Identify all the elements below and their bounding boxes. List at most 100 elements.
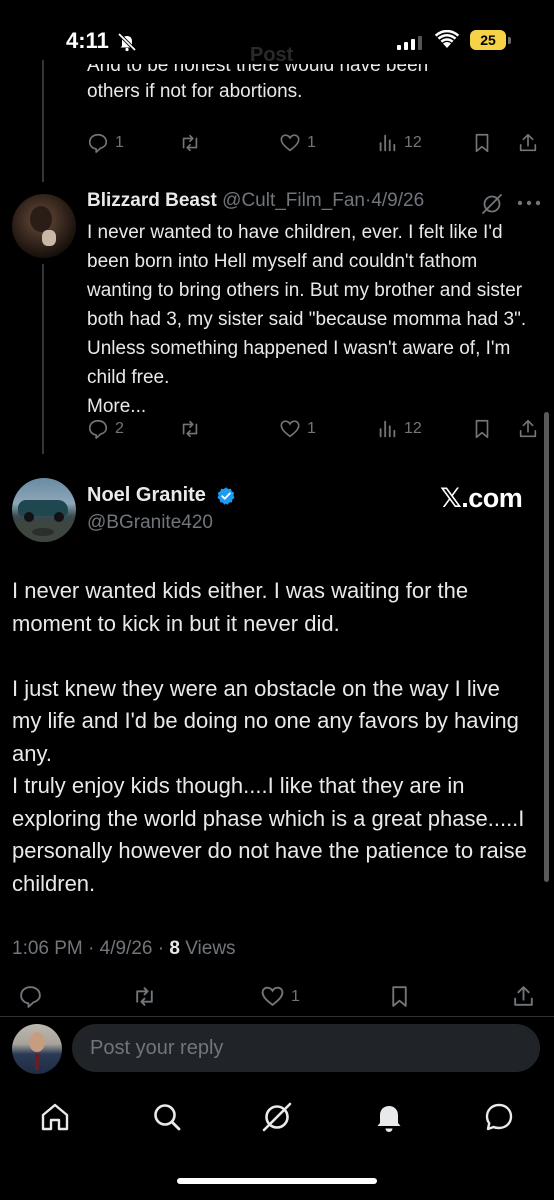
share-button[interactable]	[511, 984, 536, 1009]
share-button[interactable]	[517, 132, 539, 154]
scrollbar[interactable]	[544, 412, 549, 882]
reply-input[interactable]	[72, 1024, 540, 1072]
battery-indicator: 25	[470, 30, 506, 50]
main-tweet-paragraph: I truly enjoy kids though....I like that…	[12, 773, 527, 896]
views-icon	[379, 134, 396, 152]
thread-line-top	[42, 60, 44, 182]
main-tweet-body: I never wanted kids either. I was waitin…	[12, 575, 532, 900]
battery-nub	[508, 37, 511, 44]
bookmark-icon	[475, 419, 489, 439]
reply-author-name[interactable]: Blizzard Beast	[87, 190, 217, 211]
reply-tweet-header: Blizzard Beast @Cult_Film_Fan·4/9/26	[87, 190, 424, 212]
avatar-hand	[42, 230, 56, 246]
home-indicator[interactable]	[177, 1178, 377, 1184]
repost-icon	[136, 987, 153, 1006]
views-icon	[379, 420, 396, 438]
avatar-wheel	[24, 512, 34, 522]
status-bar: 4:11 Post 25	[0, 0, 554, 70]
like-button[interactable]: 1	[260, 984, 300, 1009]
share-button[interactable]	[517, 418, 539, 440]
bookmark-button[interactable]	[471, 132, 493, 154]
like-button[interactable]: 1	[279, 132, 316, 154]
like-count: 1	[307, 420, 316, 437]
tab-home[interactable]	[38, 1100, 72, 1134]
status-time: 4:11	[66, 28, 109, 53]
repost-button[interactable]	[132, 984, 163, 1009]
like-count: 1	[307, 134, 316, 151]
tab-notifications[interactable]	[372, 1100, 406, 1134]
views-button[interactable]: 12	[376, 418, 422, 440]
avatar-noel-granite[interactable]	[12, 478, 76, 542]
repost-button[interactable]	[179, 132, 207, 154]
reply-button[interactable]	[18, 984, 49, 1009]
repost-button[interactable]	[179, 418, 207, 440]
show-more-link[interactable]: More...	[87, 396, 146, 417]
reply-button[interactable]: 1	[87, 132, 124, 154]
avatar-tie	[35, 1054, 39, 1070]
bookmark-icon	[475, 133, 489, 153]
heart-icon	[261, 986, 284, 1007]
reply-date: 4/9/26	[371, 190, 425, 211]
tab-messages[interactable]	[482, 1100, 516, 1134]
main-tweet-paragraph: I just knew they were an obstacle on the…	[12, 675, 519, 766]
avatar-face	[30, 206, 52, 232]
home-icon	[41, 1103, 69, 1131]
my-avatar[interactable]	[12, 1024, 62, 1074]
grok-icon	[262, 1102, 292, 1132]
views-count: 12	[404, 420, 422, 437]
prev-tweet-text: And to be honest there would have been o…	[87, 64, 527, 106]
reply-count: 2	[115, 420, 124, 437]
reply-icon	[88, 419, 108, 439]
main-tweet-views-count[interactable]: 8	[169, 938, 180, 959]
prev-tweet-last-line: others if not for abortions.	[87, 81, 303, 102]
avatar-blizzard-beast[interactable]	[12, 194, 76, 258]
main-tweet-actions: 1	[12, 984, 542, 1014]
grok-icon[interactable]	[480, 192, 504, 216]
wifi-icon	[434, 30, 460, 48]
search-icon	[154, 1104, 181, 1131]
bookmark-button[interactable]	[471, 418, 493, 440]
main-tweet-views-label: Views	[179, 938, 236, 959]
tab-grok[interactable]	[260, 1100, 294, 1134]
reply-button[interactable]: 2	[87, 418, 124, 440]
main-author-name[interactable]: Noel Granite	[87, 484, 206, 507]
reply-icon	[20, 986, 41, 1008]
xcom-watermark: 𝕏.com	[440, 483, 523, 513]
heart-icon	[280, 134, 300, 152]
tab-search[interactable]	[150, 1100, 184, 1134]
heart-icon	[280, 420, 300, 438]
repost-icon	[182, 134, 198, 152]
main-tweet-meta: 1:06 PM · 4/9/26 · 8 Views	[12, 938, 236, 960]
avatar-manhole	[32, 528, 54, 536]
reply-tweet-body: I never wanted to have children, ever. I…	[87, 218, 527, 421]
views-button[interactable]: 12	[376, 132, 422, 154]
share-icon	[514, 986, 533, 1006]
reply-count: 1	[115, 134, 124, 151]
share-icon	[519, 419, 537, 438]
avatar-wheel	[54, 512, 64, 522]
prev-tweet-actions: 1 1 12	[87, 132, 542, 160]
reply-composer[interactable]	[72, 1024, 540, 1072]
reply-tweet-actions: 2 1 12	[87, 418, 542, 446]
views-count: 12	[404, 134, 422, 151]
reply-author-handle[interactable]: @Cult_Film_Fan	[222, 190, 365, 211]
like-count: 1	[291, 987, 300, 1005]
thread-line-middle	[42, 264, 44, 454]
repost-icon	[182, 420, 198, 438]
share-icon	[519, 133, 537, 152]
messages-icon	[485, 1103, 513, 1131]
reply-tweet-text: I never wanted to have children, ever. I…	[87, 222, 527, 388]
avatar-head	[29, 1032, 45, 1052]
reply-bar-divider	[0, 1016, 554, 1017]
verified-badge-icon	[217, 487, 235, 505]
bottom-tab-bar	[0, 1092, 554, 1142]
main-author-handle[interactable]: @BGranite420	[87, 512, 213, 534]
bookmark-button[interactable]	[387, 984, 412, 1009]
bell-off-icon	[117, 32, 137, 52]
main-tweet-timestamp[interactable]: 1:06 PM · 4/9/26 ·	[12, 938, 169, 959]
more-options-icon[interactable]	[514, 196, 544, 210]
main-tweet-paragraph: I never wanted kids either. I was waitin…	[12, 578, 469, 636]
bell-icon	[377, 1106, 401, 1132]
like-button[interactable]: 1	[279, 418, 316, 440]
